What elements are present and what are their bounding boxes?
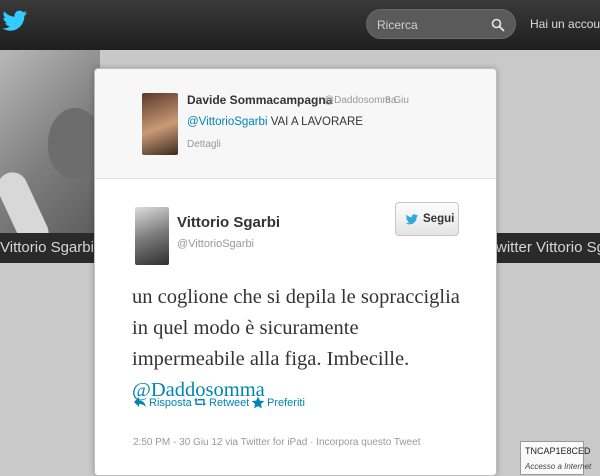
retweet-icon	[194, 398, 206, 406]
badge-code: TNCAP1E8CED	[525, 446, 591, 456]
twitter-bird-icon[interactable]	[2, 10, 28, 34]
tweet-text-body: un coglione che si depila le sopraccigli…	[132, 286, 460, 370]
search-input[interactable]: Ricerca	[377, 18, 418, 32]
internet-access-badge: TNCAP1E8CED Accesso a Internet	[520, 441, 591, 475]
background-band-text-right: witter Vittorio Sgarbi	[496, 239, 600, 256]
author-name[interactable]: Vittorio Sgarbi	[177, 214, 280, 231]
background-profile-photo	[0, 50, 102, 253]
reply-mention-link[interactable]: @VittorioSgarbi	[187, 116, 268, 128]
favorite-action-label: Preferiti	[267, 397, 305, 409]
author-avatar[interactable]	[135, 207, 169, 265]
tweet-meta: 2:50 PM - 30 Giu 12 via Twitter for iPad…	[133, 437, 421, 448]
reply-date[interactable]: 8 Giu	[385, 95, 409, 106]
tweet-text: un coglione che si depila le sopraccigli…	[132, 282, 472, 406]
in-reply-to-tweet[interactable]: Davide Sommacampagna @Daddosomma 8 Giu @…	[95, 69, 496, 179]
star-icon	[251, 396, 265, 409]
reply-arrow-icon	[134, 397, 146, 407]
tweet-permalink-card: Davide Sommacampagna @Daddosomma 8 Giu @…	[94, 68, 497, 476]
badge-subtitle: Accesso a Internet	[525, 462, 592, 471]
reply-author-avatar[interactable]	[142, 93, 178, 155]
search-box[interactable]: Ricerca	[366, 9, 516, 39]
top-bar: Ricerca Hai un account? A	[0, 0, 600, 50]
follow-button[interactable]: Segui	[395, 202, 459, 236]
reply-text-body: VAI A LAVORARE	[267, 116, 363, 128]
retweet-action-label: Retweet	[209, 397, 250, 409]
reply-author-name[interactable]: Davide Sommacampagna	[187, 93, 332, 107]
twitter-bird-icon	[405, 214, 418, 225]
author-handle[interactable]: @VittorioSgarbi	[177, 238, 254, 250]
account-link[interactable]: Hai un account? A	[530, 17, 600, 31]
reply-text: @VittorioSgarbi VAI A LAVORARE	[187, 116, 363, 128]
follow-label: Segui	[423, 213, 455, 225]
search-icon[interactable]	[491, 18, 505, 32]
reply-details-link[interactable]: Dettagli	[187, 139, 221, 150]
reply-action-label: Risposta	[149, 397, 192, 409]
